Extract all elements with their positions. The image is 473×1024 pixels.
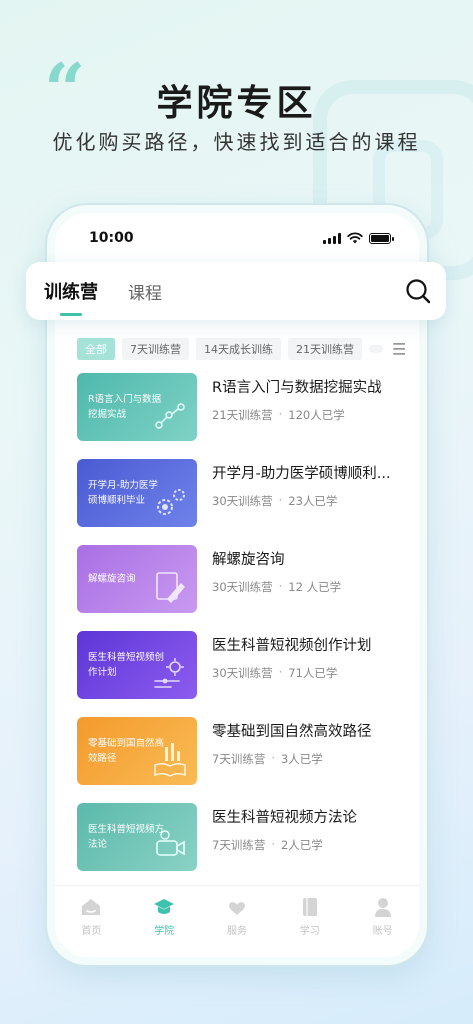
course-camp-type: 21天训练营 [212,408,273,422]
course-learners: 71人已学 [288,666,338,680]
course-thumbnail: 零基础到国自然高效路径 [77,717,197,785]
meta-separator: · [271,837,275,851]
course-thumbnail: 医生科普短视频方法论 [77,803,197,871]
filter-chip-14day[interactable]: 14天成长训练 [196,338,281,360]
course-title: R语言入门与数据挖掘实战 [212,380,382,396]
nav-academy[interactable]: 学院 [134,896,194,937]
nav-label: 学习 [299,926,320,937]
search-icon[interactable] [404,277,432,305]
course-title: 开学月-助力医学硕博顺利... [212,466,391,482]
course-learners: 2人已学 [280,838,323,852]
course-learners: 23人已学 [288,494,338,508]
wifi-icon [347,232,363,244]
nav-label: 账号 [372,926,393,937]
book-icon [302,898,317,916]
course-camp-type: 7天训练营 [212,838,266,852]
status-icons [323,232,394,244]
home-icon [82,899,101,915]
bottom-nav: 首页 学院 服务 学习 账号 [55,885,419,957]
course-camp-type: 30天训练营 [212,666,273,680]
course-item[interactable]: 开学月-助力医学硕博顺利毕业 开学月-助力医学硕博顺利... 30天训练营 · … [77,459,405,529]
graduation-cap-icon [154,899,175,914]
filter-chip-7day[interactable]: 7天训练营 [122,338,189,360]
course-title: 零基础到国自然高效路径 [212,724,372,740]
heart-hands-icon [228,902,245,915]
book-chart-icon [154,743,186,777]
course-title: 医生科普短视频方法论 [212,810,357,826]
filter-chip-21day[interactable]: 21天训练营 [288,338,362,360]
filter-chip-all[interactable]: 全部 [77,338,115,360]
course-learners: 120人已学 [288,408,345,422]
course-learners: 3人已学 [280,752,323,766]
user-icon [374,898,391,917]
filter-menu-icon[interactable] [392,342,405,356]
course-item[interactable]: 医生科普短视频创作计划 医生科普短视频创作计划 30天训练营 · 71人已学 [77,631,405,701]
cellular-signal-icon [323,232,341,244]
course-thumbnail: 医生科普短视频创作计划 [77,631,197,699]
course-title: 解螺旋咨询 [212,552,285,568]
course-item[interactable]: 解螺旋咨询 解螺旋咨询 30天训练营 · 12 人已学 [77,545,405,615]
nav-study[interactable]: 学习 [280,896,340,937]
tab-courses[interactable]: 课程 [128,279,162,304]
meta-separator: · [278,493,283,507]
course-thumbnail: R语言入门与数据挖掘实战 [77,373,197,441]
filter-chips: 全部 7天训练营 14天成长训练 21天训练营 [77,338,405,360]
filter-chip-overflow[interactable] [369,345,383,353]
course-item[interactable]: 零基础到国自然高效路径 零基础到国自然高效路径 7天训练营 · 3人已学 [77,717,405,787]
course-title: 医生科普短视频创作计划 [212,638,372,654]
promo-title: 学院专区 [156,83,317,124]
sun-sliders-icon [154,658,184,688]
tab-training-camp[interactable]: 训练营 [44,278,98,304]
meta-separator: · [278,665,283,679]
tab-bar: 训练营 课程 [26,262,446,320]
course-item[interactable]: 医生科普短视频方法论 医生科普短视频方法论 7天训练营 · 2人已学 [77,803,405,873]
status-time: 10:00 [89,230,134,246]
status-bar: 10:00 [55,213,419,263]
course-item[interactable]: R语言入门与数据挖掘实战 R语言入门与数据挖掘实战 21天训练营 · 120人已… [77,373,405,443]
nav-label: 服务 [226,926,247,937]
course-camp-type: 30天训练营 [212,494,273,508]
course-learners: 12 人已学 [288,580,342,594]
meta-separator: · [271,751,275,765]
course-camp-type: 30天训练营 [212,580,273,594]
promo-subtitle: 优化购买路径，快速找到适合的课程 [52,130,421,154]
course-thumbnail: 解螺旋咨询 [77,545,197,613]
course-thumbnail: 开学月-助力医学硕博顺利毕业 [77,459,197,527]
gear-icon [157,489,185,515]
chart-line-icon [155,403,185,429]
nav-home[interactable]: 首页 [61,896,121,937]
nav-account[interactable]: 账号 [353,896,413,937]
nav-label: 首页 [81,926,102,937]
video-camera-icon [156,830,185,856]
meta-separator: · [278,579,283,593]
battery-icon [369,232,394,244]
meta-separator: · [278,407,283,421]
course-camp-type: 7天训练营 [212,752,266,766]
nav-service[interactable]: 服务 [207,896,267,937]
pencil-doc-icon [156,572,185,603]
nav-label: 学院 [154,926,175,937]
